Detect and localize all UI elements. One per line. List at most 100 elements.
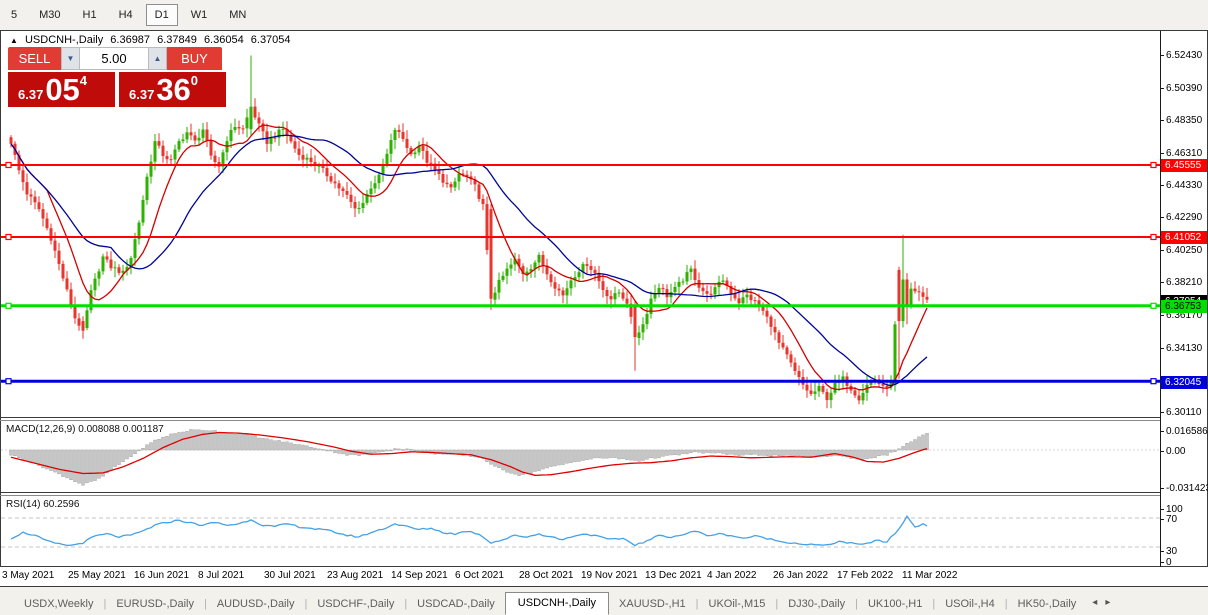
price-axis-label: 6.44330 (1166, 180, 1203, 191)
axis-tick-mark (1160, 451, 1164, 452)
timeframe-toolbar: 5 M30 H1 H4 D1 W1 MN (0, 0, 1208, 30)
chart-tab-hk50-[interactable]: HK50-,Daily (1008, 594, 1087, 615)
axis-tick-mark (1160, 509, 1164, 510)
axis-tick-mark (1160, 55, 1164, 56)
axis-tick-mark (1160, 120, 1164, 121)
chart-tab-usdchf-[interactable]: USDCHF-,Daily (307, 594, 404, 615)
chart-tab-uk100-[interactable]: UK100-,H1 (858, 594, 932, 615)
tab-scroll-right-icon[interactable]: ▸ (1105, 597, 1110, 608)
buy-price-big: 36 (156, 72, 191, 107)
macd-axis-label: -0.031423 (1166, 483, 1208, 494)
price-axis-label: 6.38210 (1166, 277, 1203, 288)
price-level-badge: 6.36753 (1161, 299, 1207, 313)
sell-price-big: 05 (45, 72, 80, 107)
buy-price-panel[interactable]: 6.37 36 0 (119, 72, 226, 107)
axis-tick-mark (1160, 153, 1164, 154)
axis-tick-mark (1160, 217, 1164, 218)
axis-tick-mark (1160, 315, 1164, 316)
buy-button[interactable]: BUY (167, 47, 222, 70)
chart-tab-audusd-[interactable]: AUDUSD-,Daily (207, 594, 305, 615)
symbol-name: USDCNH-,Daily (24, 34, 104, 46)
sell-price-panel[interactable]: 6.37 05 4 (8, 72, 115, 107)
timeframe-button-d1[interactable]: D1 (145, 4, 178, 26)
price-axis-label: 6.52430 (1166, 50, 1203, 61)
volume-input[interactable] (80, 47, 148, 70)
rsi-axis-label: 30 (1166, 546, 1178, 557)
rsi-label: RSI(14) 60.2596 (6, 499, 79, 510)
price-axis-label: 6.48350 (1166, 115, 1203, 126)
date-axis-label: 14 Sep 2021 (391, 570, 448, 581)
axis-tick-mark (1160, 250, 1164, 251)
tab-scroll-left-icon[interactable]: ◂ (1092, 597, 1097, 608)
chart-tab-usoil-[interactable]: USOil-,H4 (935, 594, 1005, 615)
timeframe-button-m30[interactable]: M30 (30, 4, 69, 26)
date-axis-label: 8 Jul 2021 (198, 570, 245, 581)
rsi-axis-label: 70 (1166, 514, 1178, 525)
chart-tab-usdx[interactable]: USDX,Weekly (14, 594, 103, 615)
chart-tab-usdcad-[interactable]: USDCAD-,Daily (407, 594, 505, 615)
pane-divider[interactable] (0, 492, 1160, 493)
price-level-badge: 6.32045 (1161, 375, 1207, 389)
macd-indicator-pane[interactable] (1, 421, 1160, 492)
timeframe-button-w1[interactable]: W1 (182, 4, 217, 26)
chart-tab-usdcnh-[interactable]: USDCNH-,Daily (504, 592, 610, 615)
date-axis-label: 25 May 2021 (68, 570, 126, 581)
chart-tab-dj30-[interactable]: DJ30-,Daily (778, 594, 855, 615)
sell-price-sup: 4 (79, 73, 88, 88)
axis-tick-mark (1160, 551, 1164, 552)
axis-tick-mark (1160, 488, 1164, 489)
macd-value: 0.008088 (78, 424, 120, 435)
rsi-indicator-pane[interactable] (1, 496, 1160, 566)
chart-tab-eurusd-[interactable]: EURUSD-,Daily (106, 594, 204, 615)
date-axis-label: 16 Jun 2021 (134, 570, 190, 581)
price-axis-label: 6.40250 (1166, 245, 1203, 256)
ohlc-low: 6.36054 (203, 34, 244, 46)
rsi-canvas[interactable] (1, 496, 1160, 566)
axis-tick-mark (1160, 431, 1164, 432)
price-axis-label: 6.30110 (1166, 407, 1202, 418)
date-axis-label: 6 Oct 2021 (455, 570, 504, 581)
price-level-badge: 6.41052 (1161, 230, 1207, 244)
volume-increase-button[interactable]: ▲ (148, 47, 167, 70)
macd-axis-label: 0.016586 (1166, 426, 1208, 437)
macd-signal-value: 0.001187 (122, 424, 164, 435)
volume-decrease-button[interactable]: ▼ (61, 47, 80, 70)
macd-label: MACD(12,26,9) 0.008088 0.001187 (6, 424, 164, 435)
timeframe-button-h4[interactable]: H4 (110, 4, 142, 26)
buy-price-sup: 0 (190, 73, 199, 88)
date-axis-label: 23 Aug 2021 (327, 570, 384, 581)
date-axis-label: 28 Oct 2021 (519, 570, 574, 581)
rsi-value: 60.2596 (43, 499, 80, 510)
axis-tick-mark (1160, 185, 1164, 186)
price-axis-label: 6.50390 (1166, 83, 1203, 94)
date-axis: 3 May 2021 25 May 2021 16 Jun 2021 8 Jul 20… (0, 567, 1208, 586)
chart-tab-ukoil-[interactable]: UKOil-,M15 (699, 594, 776, 615)
sell-price-prefix: 6.37 (18, 87, 44, 102)
sell-button[interactable]: SELL (8, 47, 61, 70)
date-axis-label: 13 Dec 2021 (645, 570, 702, 581)
chart-tab-xauusd-[interactable]: XAUUSD-,H1 (609, 594, 696, 615)
timeframe-button-mn[interactable]: MN (220, 4, 255, 26)
price-axis-label: 6.42290 (1166, 212, 1203, 223)
chart-symbol-header: ▲ USDCNH-,Daily 6.36987 6.37849 6.36054 … (10, 34, 295, 46)
date-axis-label: 17 Feb 2022 (837, 570, 894, 581)
chart-tab-bar: USDX,Weekly | EURUSD-,Daily | AUDUSD-,Daily |… (0, 587, 1208, 615)
axis-tick-mark (1160, 282, 1164, 283)
pane-divider[interactable] (0, 417, 1160, 418)
ohlc-high: 6.37849 (157, 34, 197, 46)
ohlc-close: 6.37054 (250, 34, 291, 46)
collapse-arrow-icon[interactable]: ▲ (10, 36, 18, 45)
axis-tick-mark (1160, 88, 1164, 89)
price-axis-label: 6.34130 (1166, 343, 1203, 354)
price-level-badge: 6.45555 (1161, 158, 1207, 172)
tab-scroll-arrows: ◂ ▸ (1092, 597, 1110, 615)
one-click-trading-widget: SELL ▼ ▲ BUY 6.37 05 4 6.37 36 0 (8, 47, 226, 107)
date-axis-label: 19 Nov 2021 (581, 570, 638, 581)
macd-canvas[interactable] (1, 421, 1160, 492)
date-axis-label: 11 Mar 2022 (902, 570, 958, 581)
date-axis-label: 26 Jan 2022 (773, 570, 829, 581)
ohlc-open: 6.36987 (110, 34, 151, 46)
timeframe-button-h1[interactable]: H1 (74, 4, 106, 26)
timeframe-button-5[interactable]: 5 (2, 4, 26, 26)
macd-name: MACD(12,26,9) (6, 424, 76, 435)
